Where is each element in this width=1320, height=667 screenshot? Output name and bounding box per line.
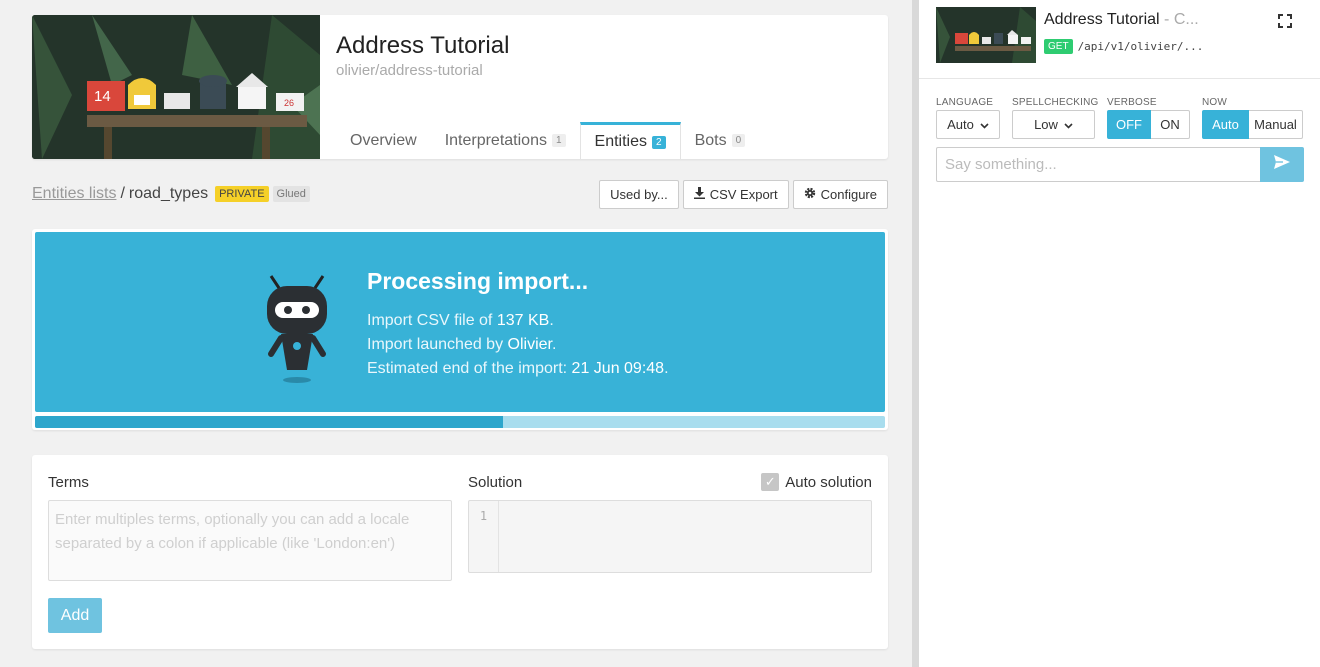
download-icon: [693, 187, 705, 202]
auto-solution-label: Auto solution: [785, 473, 872, 491]
chevron-down-icon: [980, 117, 989, 132]
processing-title: Processing import...: [367, 268, 589, 294]
terms-input[interactable]: Enter multiples terms, optionally you ca…: [48, 500, 452, 581]
now-label: NOW: [1202, 97, 1228, 108]
breadcrumb-entities-lists-link[interactable]: Entities lists: [32, 185, 116, 203]
endpoint-path[interactable]: /api/v1/olivier/...: [1078, 40, 1204, 53]
import-launched-line: Import launched by Olivier.: [367, 336, 557, 353]
verbose-on-button[interactable]: ON: [1151, 110, 1190, 139]
tab-label: Bots: [694, 131, 727, 149]
auto-solution-toggle[interactable]: ✓ Auto solution: [761, 473, 872, 491]
tab-label: Overview: [350, 131, 417, 149]
tab-label: Entities: [594, 133, 647, 150]
tab-count: 1: [551, 134, 566, 147]
configure-label: Configure: [820, 187, 877, 202]
language-label: LANGUAGE: [936, 97, 994, 108]
breadcrumb-separator: /: [120, 185, 125, 202]
import-size-line: Import CSV file of 137 KB.: [367, 312, 554, 329]
agent-tabs: Overview Interpretations 1 Entities 2 Bo…: [336, 122, 759, 159]
agent-slug: olivier/address-tutorial: [336, 62, 483, 79]
console-header: Address Tutorial - C... GET /api/v1/oliv…: [919, 0, 1320, 79]
used-by-label: Used by...: [610, 187, 668, 202]
tab-bots[interactable]: Bots 0: [681, 122, 760, 159]
tab-overview[interactable]: Overview: [336, 122, 431, 159]
svg-text:14: 14: [94, 88, 111, 105]
main-area: 14 26 Address Tutorial olivier/address-t…: [0, 0, 912, 667]
console-agent-title: Address Tutorial - C...: [1044, 11, 1199, 28]
gear-icon: [804, 187, 816, 202]
now-toggle: Auto Manual: [1202, 110, 1303, 139]
verbose-label: VERBOSE: [1107, 97, 1157, 108]
add-terms-form: Terms Enter multiples terms, optionally …: [32, 455, 888, 649]
send-icon: [1274, 155, 1290, 174]
used-by-button[interactable]: Used by...: [599, 180, 679, 209]
now-auto-button[interactable]: Auto: [1202, 110, 1249, 139]
processing-banner: Processing import... Import CSV file of …: [35, 232, 885, 412]
spellchecking-label: SPELLCHECKING: [1012, 97, 1099, 108]
processing-import-card: Processing import... Import CSV file of …: [32, 229, 888, 430]
agent-title: Address Tutorial: [336, 32, 510, 59]
agent-cover-image: 14 26: [32, 15, 320, 159]
verbose-toggle: OFF ON: [1107, 110, 1190, 139]
spellchecking-value: Low: [1034, 117, 1058, 132]
glued-badge: Glued: [272, 186, 310, 202]
spellchecking-select[interactable]: Low: [1012, 110, 1095, 139]
checkbox-checked-icon[interactable]: ✓: [761, 473, 780, 491]
tab-count: 0: [731, 134, 746, 147]
agent-thumbnail: [936, 7, 1036, 63]
console-panel: Address Tutorial - C... GET /api/v1/oliv…: [919, 0, 1320, 667]
csv-export-label: CSV Export: [709, 187, 778, 202]
language-value: Auto: [947, 117, 974, 132]
solution-label: Solution: [468, 474, 523, 491]
terms-label: Terms: [48, 474, 89, 491]
solution-editor[interactable]: 1: [468, 500, 872, 573]
console-endpoint: GET /api/v1/olivier/...: [1044, 39, 1203, 54]
breadcrumb-current: road_types: [128, 185, 209, 202]
http-method-badge: GET: [1044, 39, 1073, 54]
tab-label: Interpretations: [444, 131, 547, 149]
verbose-off-button[interactable]: OFF: [1107, 110, 1151, 139]
private-badge: PRIVATE: [215, 186, 269, 202]
import-eta-line: Estimated end of the import: 21 Jun 09:4…: [367, 360, 669, 377]
now-manual-button[interactable]: Manual: [1249, 110, 1303, 139]
language-select[interactable]: Auto: [936, 110, 1000, 139]
configure-button[interactable]: Configure: [792, 180, 888, 209]
line-number-gutter: 1: [469, 501, 499, 572]
svg-text:26: 26: [284, 98, 294, 108]
tab-interpretations[interactable]: Interpretations 1: [431, 122, 580, 159]
tab-entities[interactable]: Entities 2: [579, 122, 681, 159]
import-progress-bar: [35, 416, 885, 428]
add-button[interactable]: Add: [48, 598, 102, 633]
say-something-input[interactable]: Say something...: [936, 147, 1261, 182]
fullscreen-icon[interactable]: [1278, 14, 1292, 28]
csv-export-button[interactable]: CSV Export: [682, 180, 789, 209]
panel-divider[interactable]: [912, 0, 919, 667]
tab-count: 2: [652, 135, 666, 149]
agent-header-card: 14 26 Address Tutorial olivier/address-t…: [32, 15, 888, 159]
breadcrumb: Entities lists / road_types PRIVATE Glue…: [32, 185, 310, 203]
robot-icon: [261, 274, 333, 386]
chevron-down-icon: [1064, 117, 1073, 132]
send-button[interactable]: [1260, 147, 1304, 182]
entity-actions: Used by... CSV Export Configure: [599, 180, 888, 209]
import-progress-fill: [35, 416, 503, 428]
